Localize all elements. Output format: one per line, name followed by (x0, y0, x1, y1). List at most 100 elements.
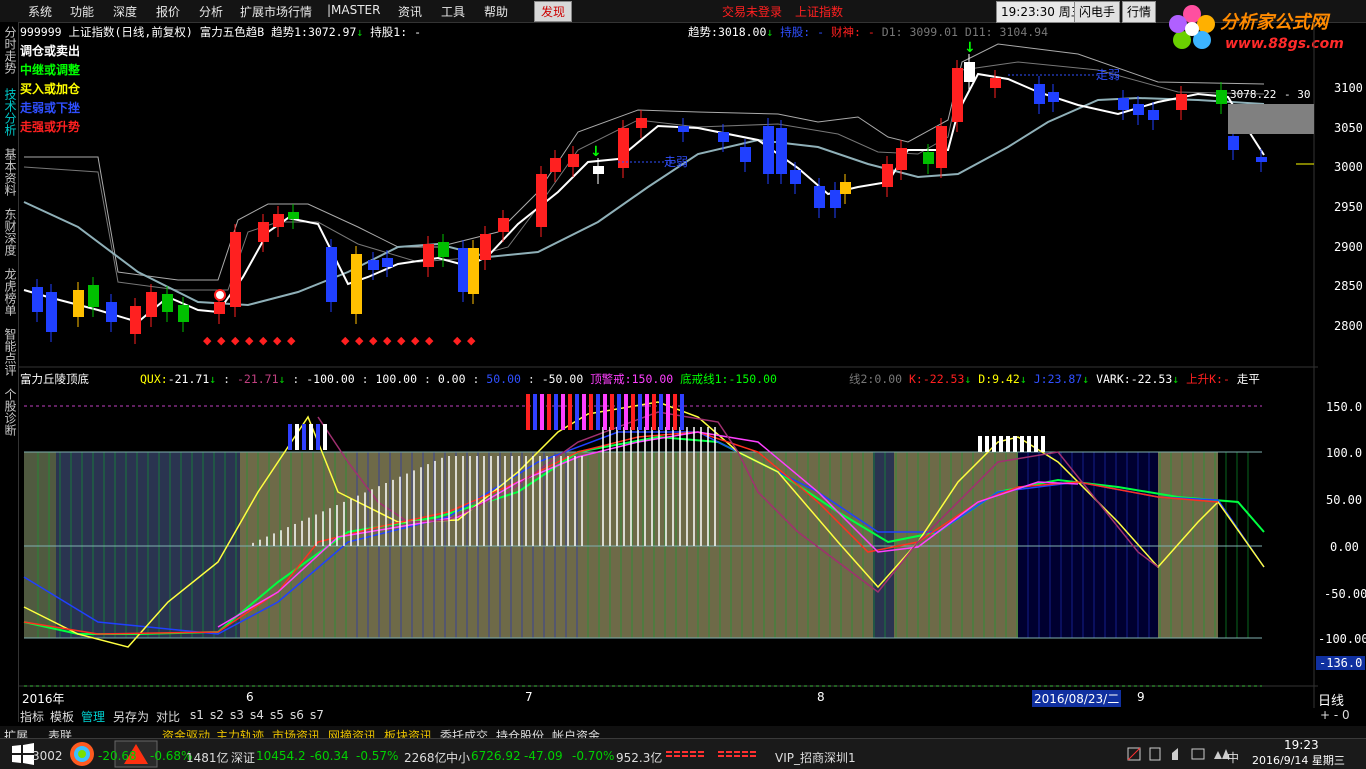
peak-signal-bar (985, 436, 989, 452)
menu-depth[interactable]: 深度 (113, 3, 137, 20)
candle-body (106, 302, 117, 322)
tool-indicator[interactable]: 指标 (20, 708, 44, 725)
candle-body (550, 158, 561, 172)
sub-tick: 0.00 (1330, 540, 1359, 554)
peak-signal-bar (652, 394, 656, 430)
sidebar-tab-intraday[interactable]: 分时走势 (2, 26, 17, 74)
candle-body (1034, 84, 1045, 104)
tool-manage[interactable]: 管理 (81, 708, 105, 725)
tool-s6[interactable]: s6 (290, 708, 304, 722)
candle-body (458, 248, 469, 292)
price-tick: 2850 (1334, 279, 1363, 293)
sh-index-value: 3002 (32, 749, 63, 763)
sell-signal-dot: ◆ (287, 334, 296, 347)
date-month-7: 7 (525, 690, 533, 704)
candle-body (73, 290, 84, 317)
vip-server[interactable]: VIP_招商深圳1 (775, 749, 856, 766)
tool-s4[interactable]: s4 (250, 708, 264, 722)
candle-body (1176, 94, 1187, 110)
tool-s1[interactable]: s1 (190, 708, 204, 722)
candle-body (468, 248, 479, 294)
tray-date: 2016/9/14 星期三 (1252, 754, 1345, 767)
peak-signal-bar (1027, 436, 1031, 452)
sub-tick: 50.00 (1326, 493, 1363, 507)
sidebar-tab-eastmoney-depth[interactable]: 东财深度 (2, 208, 17, 256)
candle-body (952, 68, 963, 122)
tool-compare[interactable]: 对比 (156, 708, 180, 725)
tool-template[interactable]: 模板 (50, 708, 74, 725)
moving-average-line (23, 96, 1265, 307)
date-month-6: 6 (246, 690, 254, 704)
sub-tick: -50.00 (1324, 587, 1366, 601)
quote-button[interactable]: 行情 (1122, 1, 1157, 23)
peak-signal-bar (582, 394, 586, 430)
sidebar-tab-technical[interactable]: 技术分析 (2, 88, 17, 136)
menu-quote[interactable]: 报价 (156, 3, 180, 20)
candle-body (964, 62, 975, 82)
price-axis: 3100 3050 3000 2950 2900 2850 2800 150.0… (1316, 0, 1366, 700)
period-selector[interactable]: 日线 (1318, 690, 1344, 709)
index-link[interactable]: 上证指数 (795, 3, 843, 20)
sidebar-tab-dragon-tiger[interactable]: 龙虎榜单 (2, 268, 17, 316)
indicator-band (873, 452, 894, 638)
candle-body (230, 232, 241, 307)
discover-button[interactable]: 发现 (534, 1, 573, 22)
sub-axis-badge: -136.0 (1316, 656, 1366, 670)
tray-icons[interactable] (1126, 745, 1236, 763)
sell-signal-dot: ◆ (259, 334, 268, 347)
menu-news[interactable]: 资讯 (398, 3, 422, 20)
indicator-band (894, 452, 1018, 638)
candle-body (936, 126, 947, 168)
menu-master[interactable]: |MASTER (327, 3, 380, 17)
flash-trade-button[interactable]: 闪电手 (1074, 1, 1121, 23)
peak-signal-bar (978, 436, 982, 452)
date-month-8: 8 (817, 690, 825, 704)
candle-body (423, 244, 434, 267)
menu-system[interactable]: 系统 (28, 3, 52, 20)
tool-s2[interactable]: s2 (210, 708, 224, 722)
candle-body (790, 170, 801, 184)
menu-analysis[interactable]: 分析 (199, 3, 223, 20)
candle-body (536, 174, 547, 227)
candle-body (636, 118, 647, 128)
ime-indicator[interactable]: 中 (1227, 749, 1239, 766)
tool-s7[interactable]: s7 (310, 708, 324, 722)
tool-s3[interactable]: s3 (230, 708, 244, 722)
candle-body (498, 218, 509, 232)
menu-tools[interactable]: 工具 (441, 3, 465, 20)
candle-body (382, 258, 393, 267)
zoom-controls[interactable]: + - 0 (1320, 708, 1350, 722)
price-tick: 2800 (1334, 319, 1363, 333)
peak-signal-bar (1013, 436, 1017, 452)
sidebar-tab-fundamentals[interactable]: 基本资料 (2, 148, 17, 196)
buy-arrow-icon: ↓ (964, 40, 976, 56)
trade-login-status[interactable]: 交易未登录 (722, 3, 782, 20)
sidebar-tab-smart-review[interactable]: 智能点评 (2, 328, 17, 376)
candle-body (162, 294, 173, 312)
peak-signal-bar (999, 436, 1003, 452)
peak-signal-bar (295, 424, 299, 450)
sell-signal-dot: ◆ (217, 334, 226, 347)
kline-chart-area[interactable]: ◆ ◆ ◆ ◆ ◆ ◆ ◆ ◆ ◆ ◆ ◆ ◆ ◆ ◆ ◆ ◆↓↓走弱走弱3078.22- 30 (18, 22, 1366, 708)
candle-body (146, 292, 157, 317)
candle-body (326, 247, 337, 302)
menu-help[interactable]: 帮助 (484, 3, 508, 20)
candle-body (438, 242, 449, 257)
peak-signal-bar (547, 394, 551, 430)
sell-signal-dot: ◆ (355, 334, 364, 347)
peak-signal-bar (575, 394, 579, 430)
candle-body (1148, 110, 1159, 120)
sub-tick: -100.00 (1318, 632, 1366, 646)
sell-signal-dot: ◆ (425, 334, 434, 347)
peak-signal-bar (1020, 436, 1024, 452)
candle-body (776, 128, 787, 174)
tool-s5[interactable]: s5 (270, 708, 284, 722)
price-tick: 3050 (1334, 121, 1363, 135)
menu-extended-market[interactable]: 扩展市场行情 (240, 3, 312, 20)
browser-icon[interactable] (64, 740, 100, 768)
menu-function[interactable]: 功能 (70, 3, 94, 20)
sidebar-tab-stock-diagnosis[interactable]: 个股诊断 (2, 388, 17, 436)
tool-save-as[interactable]: 另存为 (113, 708, 149, 725)
peak-signal-bar (309, 424, 313, 450)
peak-signal-bar (316, 424, 320, 450)
